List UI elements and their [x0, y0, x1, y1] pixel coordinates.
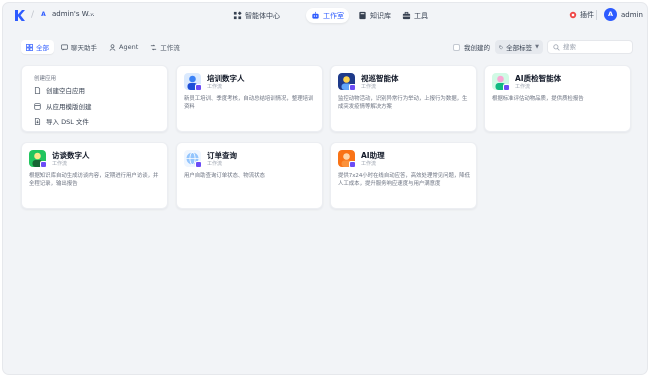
tab-chat-assistant[interactable]: 聊天助手: [56, 40, 102, 54]
app-card[interactable]: 订单查询 工作流 用户自助查询订单状态、物流状态: [176, 142, 323, 209]
header-divider: [596, 10, 597, 20]
workflow-badge-icon: [503, 84, 510, 91]
search-box[interactable]: [547, 40, 633, 54]
nav-agent-center[interactable]: 智能体中心: [228, 8, 285, 23]
import-icon: [34, 117, 41, 125]
created-by-me-label: 我创建的: [464, 44, 490, 52]
tab-all[interactable]: 全部: [21, 40, 54, 54]
app-type-tabs: 全部 聊天助手 Agent 工作流: [21, 40, 187, 54]
tag-icon: [499, 45, 504, 50]
app-type: 工作流: [361, 161, 377, 167]
user-avatar[interactable]: A: [604, 8, 617, 21]
create-app-card: 创建应用 创建空白应用 从应用模版创建 导入 DSL 文件: [21, 65, 168, 132]
file-plus-icon: [34, 86, 41, 94]
nav-studio[interactable]: 工作室: [306, 8, 349, 23]
app-card[interactable]: 访谈数字人 工作流 根据知识库自动生成访谈内容，定期进行用户访谈，并全程记录，输…: [21, 142, 168, 209]
chat-icon: [61, 44, 68, 51]
app-card[interactable]: AI助理 工作流 提供7x24小时在线自动应答，高效处理常见问题，降低人工成本，…: [330, 142, 477, 209]
app-type: 工作流: [207, 161, 223, 167]
chevron-down-icon: ▼: [535, 44, 539, 50]
tab-agent[interactable]: Agent: [104, 40, 143, 54]
agent-icon: [109, 43, 116, 51]
workflow-badge-icon: [195, 84, 202, 91]
app-type: 工作流: [207, 84, 223, 90]
toolbox-icon: [402, 11, 411, 20]
app-description: 用户自助查询订单状态、物流状态: [184, 173, 265, 179]
nav-label: 知识库: [370, 11, 391, 20]
app-description: 新员工培训、季度考核，自动总结培训情况，整理培训资料: [184, 96, 314, 111]
created-by-me-filter[interactable]: 我创建的: [453, 42, 490, 52]
create-item-label: 从应用模版创建: [46, 103, 92, 111]
top-bar: / A admin's W... ⌄ 智能体中心 工作室 知识库 工具 插件 A…: [3, 3, 647, 27]
book-icon: [359, 11, 366, 20]
workspace-avatar: A: [41, 11, 46, 18]
plugin-icon: [569, 11, 577, 19]
app-description: 提供7x24小时在线自动应答，高效处理常见问题，降低人工成本，提升服务响应速度与…: [338, 173, 471, 188]
sparkle-icon: [233, 11, 242, 20]
tab-workflow[interactable]: 工作流: [145, 40, 185, 54]
nav-tools[interactable]: 工具: [397, 8, 433, 23]
nav-label: 工具: [414, 11, 428, 20]
plugin-button[interactable]: 插件: [569, 10, 594, 20]
grid-icon: [26, 43, 33, 51]
tag-filter-label: 全部标签: [506, 44, 533, 52]
template-icon: [34, 102, 41, 110]
workspace-separator: /: [31, 10, 35, 20]
workflow-icon: [151, 44, 157, 50]
nav-label: 智能体中心: [245, 11, 280, 20]
workflow-badge-icon: [195, 161, 202, 168]
search-input[interactable]: [563, 43, 623, 51]
create-from-template[interactable]: 从应用模版创建: [34, 101, 92, 111]
workflow-badge-icon: [40, 161, 47, 168]
created-by-me-checkbox[interactable]: [453, 43, 460, 51]
chevron-down-icon[interactable]: ⌄: [89, 9, 95, 17]
tab-label: Agent: [119, 43, 139, 51]
app-type: 工作流: [361, 84, 377, 90]
app-card[interactable]: 培训数字人 工作流 新员工培训、季度考核，自动总结培训情况，整理培训资料: [176, 65, 323, 132]
search-icon: [553, 43, 560, 51]
app-card[interactable]: 视巡智能体 工作流 监控动物活动，识别异常行为举动，上报行为数据，生成突发疫情等…: [330, 65, 477, 132]
app-description: 监控动物活动，识别异常行为举动，上报行为数据，生成突发疫情等解决方案: [338, 96, 468, 111]
user-name[interactable]: admin: [621, 11, 643, 19]
robot-icon: [312, 11, 319, 19]
nav-label: 工作室: [323, 11, 344, 20]
tab-label: 工作流: [160, 44, 180, 52]
workflow-badge-icon: [349, 84, 356, 91]
app-card[interactable]: AI质检智能体 工作流 根据标准评估动物品质，提供质检报告: [484, 65, 631, 132]
app-window: / A admin's W... ⌄ 智能体中心 工作室 知识库 工具 插件 A…: [2, 2, 648, 375]
create-blank-app[interactable]: 创建空白应用: [34, 85, 85, 95]
create-item-label: 创建空白应用: [46, 87, 85, 95]
tag-filter-dropdown[interactable]: 全部标签 ▼: [495, 40, 543, 54]
create-item-label: 导入 DSL 文件: [46, 118, 89, 126]
app-type: 工作流: [515, 84, 531, 90]
app-description: 根据标准评估动物品质，提供质检报告: [492, 96, 584, 102]
tab-label: 全部: [36, 44, 49, 52]
create-app-title: 创建应用: [34, 76, 57, 82]
import-dsl-file[interactable]: 导入 DSL 文件: [34, 116, 89, 126]
brand-logo-icon[interactable]: [14, 9, 25, 22]
tab-label: 聊天助手: [71, 44, 97, 52]
workflow-badge-icon: [349, 161, 356, 168]
app-description: 根据知识库自动生成访谈内容，定期进行用户访谈，并全程记录，输出报告: [29, 173, 159, 188]
plugin-label: 插件: [580, 11, 594, 19]
nav-knowledge[interactable]: 知识库: [353, 8, 396, 23]
app-type: 工作流: [52, 161, 68, 167]
